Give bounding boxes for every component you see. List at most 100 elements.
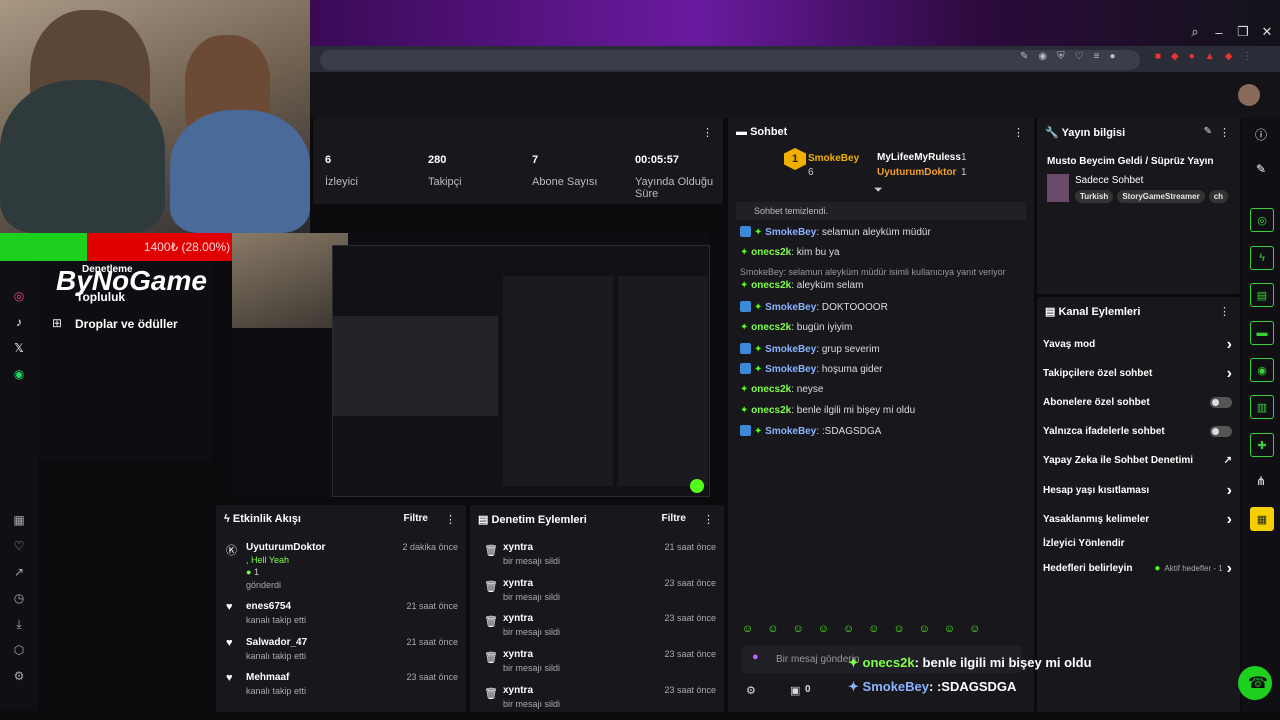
download-icon[interactable]: ⤓ <box>0 611 38 637</box>
chat-username[interactable]: SmokeBey <box>765 344 816 355</box>
pin-icon[interactable]: ⏷ <box>874 184 883 197</box>
search-icon[interactable]: ⌕ <box>1188 18 1202 46</box>
heart-icon[interactable]: ♡ <box>1075 51 1084 62</box>
chat-username[interactable]: onecs2k <box>751 384 791 395</box>
tag[interactable]: Turkish <box>1075 190 1114 203</box>
emote-icon[interactable]: ☺ <box>969 623 980 635</box>
address-bar[interactable] <box>320 50 1140 70</box>
settings-icon[interactable]: ⚙ <box>0 663 38 689</box>
more-icon[interactable]: ⋮ <box>445 513 456 526</box>
channel-action-control[interactable]: ● Aktif hedefler - 1 › <box>1154 560 1232 576</box>
lightning-icon[interactable]: ϟ <box>1250 246 1274 270</box>
chat-username[interactable]: SmokeBey <box>765 426 816 437</box>
emote-icon[interactable]: ☺ <box>893 623 904 635</box>
emote-icon[interactable]: ☺ <box>742 623 753 635</box>
more-icon[interactable]: ⋮ <box>702 126 713 139</box>
toggle-switch[interactable] <box>1210 426 1232 437</box>
chat-username[interactable]: SmokeBey <box>765 364 816 375</box>
clapper-icon[interactable]: ▦ <box>1250 507 1274 531</box>
edit-icon[interactable]: ✎ <box>1020 51 1028 62</box>
shield-icon[interactable]: ⛨ <box>1057 51 1065 62</box>
channel-action-row[interactable]: Yavaş mod › <box>1043 336 1232 352</box>
nav-item-denetleme[interactable]: Denetleme <box>82 264 133 275</box>
more-icon[interactable]: ⋮ <box>1013 126 1024 139</box>
channel-action-row[interactable]: Hesap yaşı kısıtlaması › <box>1043 482 1232 498</box>
emote-icon[interactable]: ☺ <box>919 623 930 635</box>
support-icon[interactable]: ☎ <box>1238 666 1272 700</box>
profile-icon[interactable]: ● <box>1109 51 1115 62</box>
more-icon[interactable]: ⋮ <box>1242 51 1252 62</box>
cube-icon[interactable]: ⬡ <box>0 637 38 663</box>
server-icon[interactable]: ▥ <box>1250 395 1274 419</box>
heart-icon[interactable]: ♡ <box>0 533 38 559</box>
emote-icon[interactable]: ☺ <box>944 623 955 635</box>
stream-preview[interactable] <box>232 233 710 497</box>
channel-action-control[interactable]: › <box>1227 511 1232 527</box>
grid-icon[interactable]: ▦ <box>0 507 38 533</box>
extension-icon[interactable]: ● <box>1189 51 1195 62</box>
extension-icon[interactable]: ◆ <box>1171 51 1179 62</box>
channel-action-row[interactable]: Yalnızca ifadelerle sohbet <box>1043 426 1232 437</box>
x-icon[interactable]: 𝕏 <box>0 335 38 361</box>
filter-button[interactable]: Filtre <box>404 513 428 524</box>
channel-action-control[interactable]: › <box>1227 365 1232 381</box>
avatar[interactable] <box>1238 84 1260 106</box>
channel-action-row[interactable]: Yapay Zeka ile Sohbet Denetimi ↗ <box>1043 455 1232 466</box>
wrench-icon[interactable]: ✚ <box>1250 433 1274 457</box>
instagram-icon[interactable]: ◎ <box>0 283 38 309</box>
channel-action-row[interactable]: Yasaklanmış kelimeler › <box>1043 511 1232 527</box>
channel-action-control[interactable]: › <box>1227 336 1232 352</box>
channel-action-row[interactable]: İzleyici Yönlendir <box>1043 538 1232 549</box>
emote-icon[interactable]: ☺ <box>843 623 854 635</box>
edit-icon[interactable]: ✎ <box>1204 126 1212 137</box>
document-icon[interactable]: ▤ <box>1250 283 1274 307</box>
emote-icon[interactable]: ☺ <box>818 623 829 635</box>
chat-cleared-notice: Sohbet temizlendi. <box>736 202 1026 220</box>
emote-icon[interactable]: ☺ <box>767 623 778 635</box>
channel-action-row[interactable]: Abonelere özel sohbet <box>1043 397 1232 408</box>
menu-icon[interactable]: ≡ <box>1094 51 1100 62</box>
channel-action-control[interactable] <box>1210 397 1232 408</box>
chat-username[interactable]: SmokeBey <box>765 302 816 313</box>
broadcast-icon[interactable]: ◉ <box>1250 358 1274 382</box>
camera-icon[interactable]: ◉ <box>1038 51 1047 62</box>
pencil-icon[interactable]: ✎ <box>1250 162 1272 176</box>
extension-icon[interactable]: ▲ <box>1205 51 1215 62</box>
share-icon[interactable]: ⋔ <box>1250 474 1272 488</box>
emote-icon[interactable]: ☺ <box>868 623 879 635</box>
channel-action-control[interactable] <box>1210 426 1232 437</box>
more-icon[interactable]: ⋮ <box>1219 126 1230 139</box>
channel-action-row[interactable]: Hedefleri belirleyin ● Aktif hedefler - 1… <box>1043 560 1232 576</box>
settings-icon[interactable]: ⚙ <box>746 684 756 697</box>
channel-action-control[interactable]: ↗ <box>1224 455 1232 466</box>
nav-item-droplar[interactable]: Droplar ve ödüller <box>75 317 178 331</box>
extension-icon[interactable]: ◆ <box>1225 51 1233 62</box>
chat-username[interactable]: onecs2k <box>751 280 791 291</box>
clock-icon[interactable]: ◷ <box>0 585 38 611</box>
emote-icon[interactable]: ☺ <box>792 623 803 635</box>
tag[interactable]: StoryGameStreamer <box>1117 190 1205 203</box>
restore-icon[interactable]: ❐ <box>1236 18 1250 46</box>
chat-username[interactable]: onecs2k <box>751 322 791 333</box>
channel-action-row[interactable]: Takipçilere özel sohbet › <box>1043 365 1232 381</box>
tag[interactable]: ch <box>1208 190 1229 203</box>
filter-button[interactable]: Filtre <box>662 513 686 524</box>
info-icon[interactable]: ⓘ <box>1250 126 1272 143</box>
spotify-icon[interactable]: ◉ <box>0 361 38 387</box>
minimize-icon[interactable]: – <box>1212 18 1226 46</box>
extension-icon[interactable]: ■ <box>1155 51 1161 62</box>
gift-icon[interactable]: ▣ <box>790 684 800 697</box>
chat-username[interactable]: SmokeBey <box>765 227 816 238</box>
tiktok-icon[interactable]: ♪ <box>0 309 38 335</box>
compass-icon[interactable]: ↗ <box>0 559 38 585</box>
more-icon[interactable]: ⋮ <box>703 513 714 526</box>
chat-icon[interactable]: ▬ <box>1250 321 1274 345</box>
camera-icon[interactable]: ◎ <box>1250 208 1274 232</box>
toggle-switch[interactable] <box>1210 397 1232 408</box>
nav-item-topluluk[interactable]: Topluluk <box>76 290 125 304</box>
channel-action-control[interactable]: › <box>1227 482 1232 498</box>
chat-username[interactable]: onecs2k <box>751 247 791 258</box>
chat-username[interactable]: onecs2k <box>751 405 791 416</box>
more-icon[interactable]: ⋮ <box>1219 305 1230 318</box>
close-icon[interactable]: ✕ <box>1260 18 1274 46</box>
